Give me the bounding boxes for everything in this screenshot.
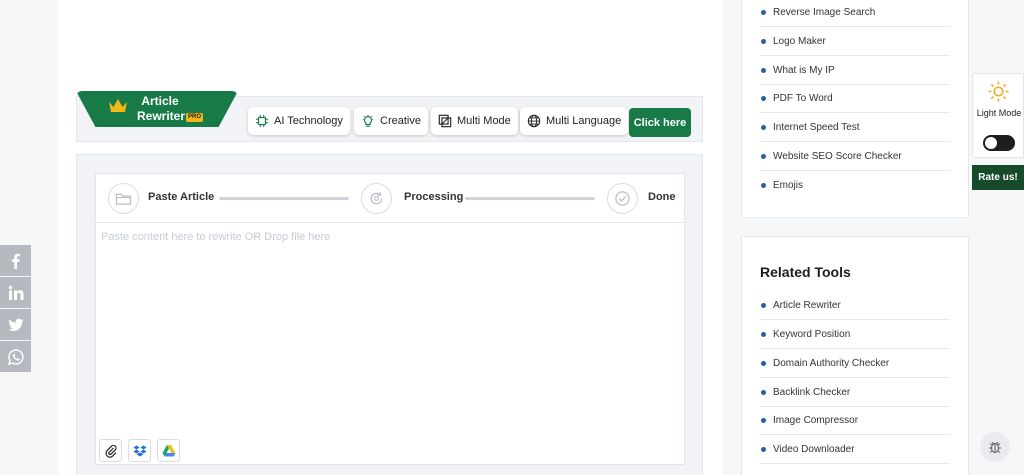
- sidebar-item-label: What is My IP: [773, 64, 835, 76]
- sidebar-item-label: Logo Maker: [773, 35, 826, 47]
- related-item-keyword-position[interactable]: Keyword Position: [760, 320, 950, 349]
- whatsapp-share-button[interactable]: [0, 341, 31, 372]
- google-drive-button[interactable]: [157, 439, 180, 462]
- sidebar-item-internet-speed-test[interactable]: Internet Speed Test: [760, 113, 950, 142]
- related-tools-heading: Related Tools: [760, 264, 851, 280]
- related-item-label: Domain Authority Checker: [773, 357, 890, 369]
- related-item-label: Backlink Checker: [773, 386, 851, 398]
- sidebar-item-label: Internet Speed Test: [773, 121, 860, 133]
- bullet-icon: [761, 9, 766, 15]
- bullet-icon: [761, 124, 766, 130]
- bullet-icon: [761, 446, 766, 452]
- feature-ai-technology[interactable]: AI Technology: [248, 107, 350, 135]
- sidebar-item-label: PDF To Word: [773, 92, 833, 104]
- layers-icon: [438, 114, 452, 128]
- sidebar-item-website-seo-score-checker[interactable]: Website SEO Score Checker: [760, 142, 950, 171]
- chip-icon: [255, 114, 269, 128]
- sidebar-item-emojis[interactable]: Emojis: [760, 171, 950, 200]
- feature-label: Multi Mode: [457, 115, 511, 127]
- folder-icon: [115, 193, 132, 205]
- bullet-icon: [761, 331, 766, 337]
- bullet-icon: [761, 389, 766, 395]
- sidebar-item-logo-maker[interactable]: Logo Maker: [760, 27, 950, 56]
- step-paste-article: [108, 183, 139, 214]
- bullet-icon: [761, 360, 766, 366]
- sidebar-item-label: Reverse Image Search: [773, 6, 876, 18]
- related-item-label: Video Downloader: [773, 443, 855, 455]
- feature-label: AI Technology: [274, 115, 343, 127]
- bug-report-button[interactable]: [980, 432, 1010, 462]
- facebook-share-button[interactable]: [0, 245, 31, 276]
- bug-icon: [989, 441, 1001, 454]
- sidebar-item-what-is-my-ip[interactable]: What is My IP: [760, 56, 950, 85]
- crown-icon: [109, 99, 127, 112]
- bullet-icon: [761, 67, 766, 73]
- bullet-icon: [761, 95, 766, 101]
- step-connector: [219, 197, 349, 200]
- bullet-icon: [761, 38, 766, 44]
- twitter-icon: [8, 318, 23, 331]
- step-label-done: Done: [648, 191, 676, 203]
- editor-placeholder: Paste content here to rewrite OR Drop fi…: [101, 231, 331, 243]
- theme-mode-label: Light Mode: [976, 108, 1022, 118]
- linkedin-share-button[interactable]: [0, 277, 31, 308]
- lightbulb-icon: [362, 114, 374, 127]
- related-item-video-downloader[interactable]: Video Downloader: [760, 435, 950, 464]
- related-item-article-rewriter[interactable]: Article Rewriter: [760, 291, 950, 320]
- whatsapp-icon: [7, 348, 24, 365]
- globe-icon: [527, 114, 541, 128]
- tool-title: Article Rewriter: [137, 94, 186, 123]
- refresh-icon: [370, 192, 383, 205]
- related-item-label: Keyword Position: [773, 328, 851, 340]
- sun-icon: [988, 81, 1009, 102]
- click-here-button[interactable]: Click here: [629, 108, 691, 137]
- sidebar-item-reverse-image-search[interactable]: Reverse Image Search: [760, 0, 950, 27]
- facebook-icon: [11, 253, 20, 269]
- rate-us-button[interactable]: Rate us!: [972, 165, 1024, 190]
- dropbox-button[interactable]: [128, 439, 151, 462]
- pro-badge: PRO: [186, 113, 204, 122]
- feature-label: Creative: [380, 115, 421, 127]
- dropbox-icon: [133, 445, 146, 456]
- feature-multi-language[interactable]: Multi Language: [520, 107, 629, 135]
- linkedin-icon: [8, 285, 23, 300]
- bullet-icon: [761, 417, 766, 423]
- bullet-icon: [761, 302, 766, 308]
- bullet-icon: [761, 183, 766, 188]
- check-circle-icon: [615, 191, 630, 206]
- feature-multi-mode[interactable]: Multi Mode: [431, 107, 518, 135]
- related-item-domain-authority-checker[interactable]: Domain Authority Checker: [760, 349, 950, 378]
- related-item-label: Image Compressor: [773, 414, 859, 426]
- related-item-image-compressor[interactable]: Image Compressor: [760, 406, 950, 435]
- step-done: [607, 183, 638, 214]
- toggle-knob: [985, 137, 997, 149]
- paperclip-icon: [104, 444, 117, 458]
- related-item-label: Article Rewriter: [773, 299, 841, 311]
- feature-label: Multi Language: [546, 115, 622, 127]
- step-connector: [465, 197, 595, 200]
- sidebar-item-label: Website SEO Score Checker: [773, 150, 902, 162]
- step-label-processing: Processing: [404, 191, 464, 203]
- sidebar-item-pdf-to-word[interactable]: PDF To Word: [760, 84, 950, 113]
- twitter-share-button[interactable]: [0, 309, 31, 340]
- related-item-backlink-checker[interactable]: Backlink Checker: [760, 378, 950, 407]
- sidebar-item-label: Emojis: [773, 180, 804, 191]
- google-drive-icon: [162, 444, 175, 456]
- feature-creative[interactable]: Creative: [354, 107, 428, 135]
- attach-file-button[interactable]: [99, 439, 122, 462]
- theme-toggle[interactable]: [983, 135, 1015, 151]
- step-processing: [361, 183, 392, 214]
- bullet-icon: [761, 153, 766, 159]
- step-label-paste: Paste Article: [148, 191, 215, 203]
